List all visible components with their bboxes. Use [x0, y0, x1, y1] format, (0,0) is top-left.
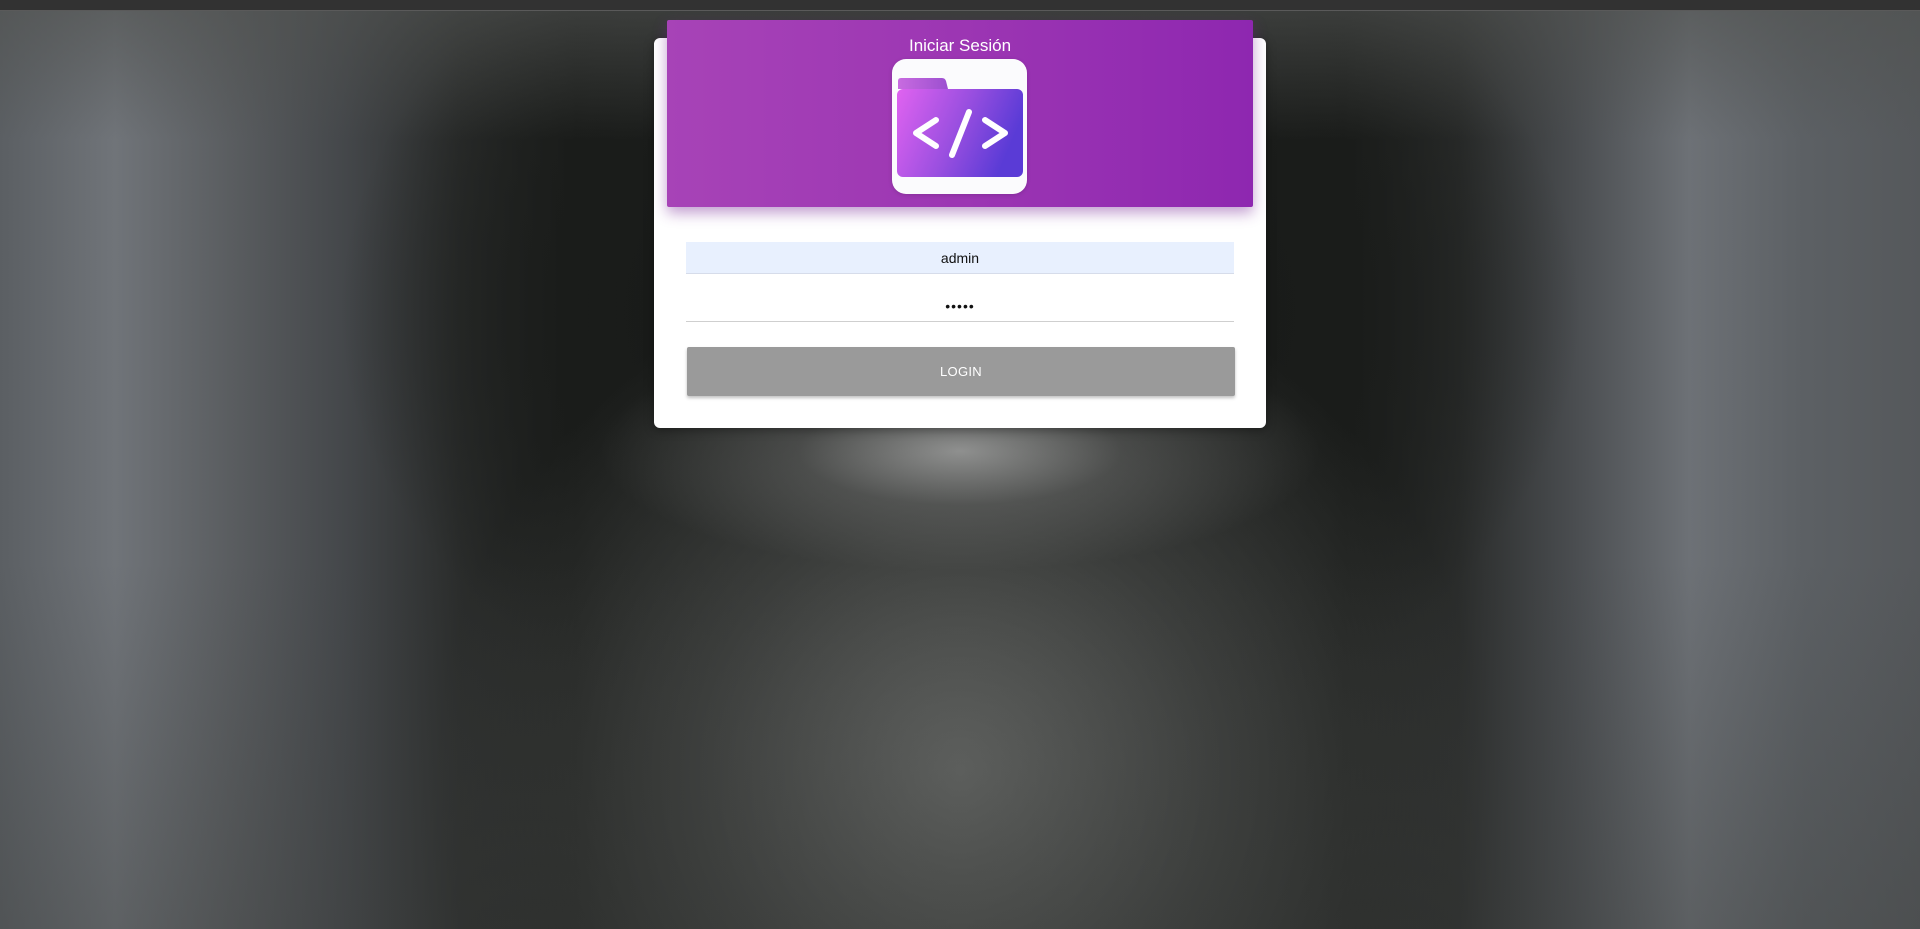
browser-top-strip [0, 0, 1920, 11]
code-folder-icon [897, 78, 1023, 177]
password-input[interactable] [686, 290, 1234, 322]
login-button[interactable]: LOGIN [687, 347, 1235, 396]
username-input[interactable] [686, 242, 1234, 274]
login-card-header: Iniciar Sesión [667, 20, 1253, 207]
login-title: Iniciar Sesión [908, 36, 1012, 55]
logo [892, 59, 1027, 194]
